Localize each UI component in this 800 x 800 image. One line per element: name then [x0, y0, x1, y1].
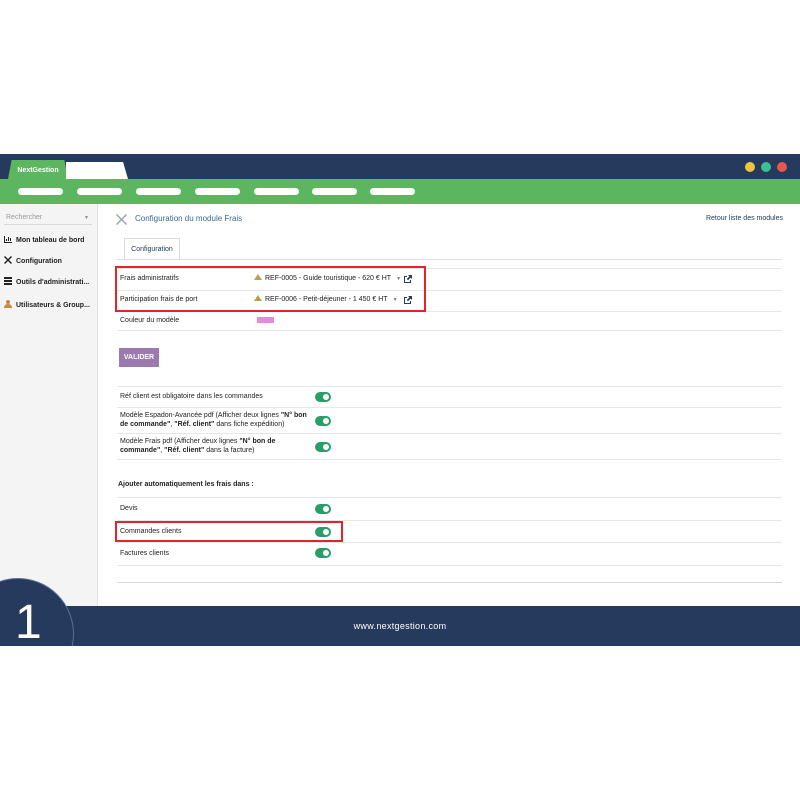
app-window: NextGestion Rechercher ▼ Mon tableau de … — [0, 154, 800, 646]
step-badge: 1 — [0, 578, 74, 646]
step-number: 1 — [15, 596, 42, 646]
badge-clip: 1 — [0, 154, 800, 646]
